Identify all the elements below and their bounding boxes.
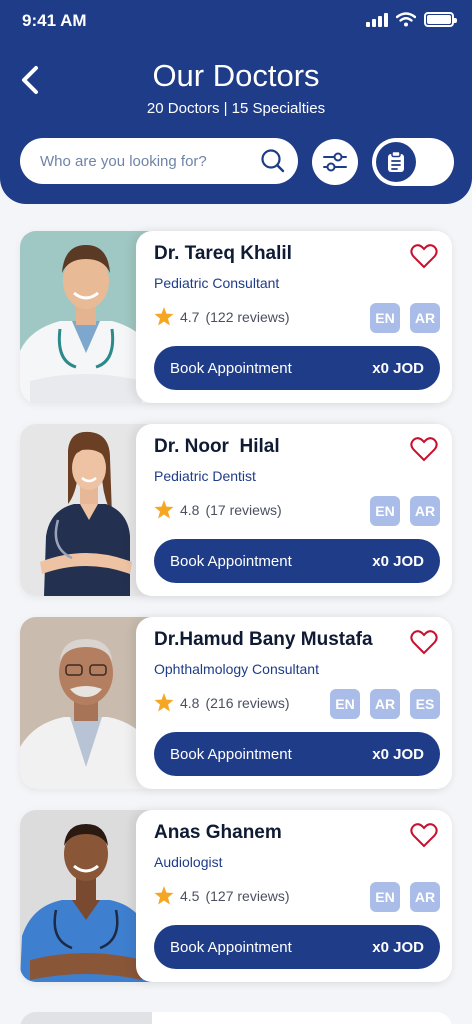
language-badges: EN AR [370, 882, 440, 912]
doctor-name: Anas Ghanem [154, 822, 282, 843]
doctor-specialty: Pediatric Consultant [154, 275, 280, 291]
doctor-info: Dr.Hamud Bany Mustafa Ophthalmology Cons… [136, 617, 452, 789]
review-count: (17 reviews) [205, 501, 282, 518]
filter-button[interactable] [312, 139, 358, 185]
doctor-photo [20, 231, 152, 403]
doctor-card[interactable]: Anas Ghanem Audiologist 4.5 (127 reviews… [20, 810, 452, 982]
star-icon [154, 693, 174, 712]
toggle-knob[interactable] [376, 142, 416, 182]
rating-value: 4.8 [180, 501, 200, 518]
rating-value: 4.5 [180, 887, 200, 904]
doctor-specialty: Audiologist [154, 854, 223, 870]
language-badges: EN AR ES [330, 689, 440, 719]
language-badge: EN [330, 689, 360, 719]
rating: 4.8 (17 reviews) [154, 500, 282, 519]
wifi-icon [396, 12, 416, 27]
star-icon [154, 307, 174, 326]
rating: 4.8 (216 reviews) [154, 693, 290, 712]
search-input[interactable]: Who are you looking for? [20, 138, 298, 184]
language-badge: EN [370, 882, 400, 912]
doctor-name: Dr.Hamud Bany Mustafa [154, 629, 373, 650]
review-count: (127 reviews) [205, 887, 290, 904]
doctor-photo [20, 1012, 152, 1024]
doctor-name: Dr. Noor Hilal [154, 436, 280, 457]
rating-value: 4.8 [180, 694, 200, 711]
rating-value: 4.7 [180, 308, 200, 325]
filter-sliders-icon [323, 152, 347, 172]
doctor-photo [20, 810, 152, 982]
language-badge: EN [370, 496, 400, 526]
language-badge: EN [370, 303, 400, 333]
language-badge: AR [410, 303, 440, 333]
book-label: Book Appointment [170, 745, 292, 763]
language-badge: AR [410, 882, 440, 912]
language-badge: AR [370, 689, 400, 719]
doctor-photo [20, 617, 152, 789]
language-badge: ES [410, 689, 440, 719]
status-icons [366, 12, 457, 27]
search-icon[interactable] [260, 148, 286, 174]
price: x0 JOD [372, 359, 424, 377]
review-count: (122 reviews) [205, 308, 290, 325]
doctor-card[interactable]: Dr. Tareq Khalil Pediatric Consultant 4.… [20, 231, 452, 403]
view-toggle[interactable] [372, 138, 454, 186]
language-badge: AR [410, 496, 440, 526]
star-icon [154, 500, 174, 519]
language-badges: EN AR [370, 496, 440, 526]
header: 9:41 AM Our Doctors 20 Doctors | 15 Spec… [0, 0, 472, 204]
rating: 4.7 (122 reviews) [154, 307, 290, 326]
heart-icon[interactable] [410, 629, 438, 655]
price: x0 JOD [372, 745, 424, 763]
book-appointment-button[interactable]: Book Appointment x0 JOD [154, 346, 440, 390]
price: x0 JOD [372, 938, 424, 956]
language-badges: EN AR [370, 303, 440, 333]
heart-icon[interactable] [410, 822, 438, 848]
price: x0 JOD [372, 552, 424, 570]
signal-icon [366, 12, 388, 27]
doctor-specialty: Pediatric Dentist [154, 468, 256, 484]
clipboard-icon [388, 150, 404, 172]
book-appointment-button[interactable]: Book Appointment x0 JOD [154, 539, 440, 583]
doctor-specialty: Ophthalmology Consultant [154, 661, 319, 677]
doctor-card[interactable]: Dr.Hamud Bany Mustafa Ophthalmology Cons… [20, 617, 452, 789]
book-label: Book Appointment [170, 552, 292, 570]
doctor-card[interactable] [20, 1012, 452, 1024]
book-appointment-button[interactable]: Book Appointment x0 JOD [154, 925, 440, 969]
page-title: Our Doctors [152, 58, 320, 93]
book-label: Book Appointment [170, 359, 292, 377]
doctor-name: Dr. Tareq Khalil [154, 243, 292, 264]
review-count: (216 reviews) [205, 694, 290, 711]
status-time: 9:41 AM [22, 11, 87, 30]
book-label: Book Appointment [170, 938, 292, 956]
doctor-photo [20, 424, 152, 596]
search-placeholder: Who are you looking for? [40, 152, 207, 170]
heart-icon[interactable] [410, 436, 438, 462]
book-appointment-button[interactable]: Book Appointment x0 JOD [154, 732, 440, 776]
rating: 4.5 (127 reviews) [154, 886, 290, 905]
doctor-info: Anas Ghanem Audiologist 4.5 (127 reviews… [136, 810, 452, 982]
page-subtitle: 20 Doctors | 15 Specialties [146, 100, 326, 117]
heart-icon[interactable] [410, 243, 438, 269]
star-icon [154, 886, 174, 905]
doctor-info: Dr. Noor Hilal Pediatric Dentist 4.8 (17… [136, 424, 452, 596]
doctor-info: Dr. Tareq Khalil Pediatric Consultant 4.… [136, 231, 452, 403]
doctor-card[interactable]: Dr. Noor Hilal Pediatric Dentist 4.8 (17… [20, 424, 452, 596]
battery-icon [424, 12, 457, 27]
